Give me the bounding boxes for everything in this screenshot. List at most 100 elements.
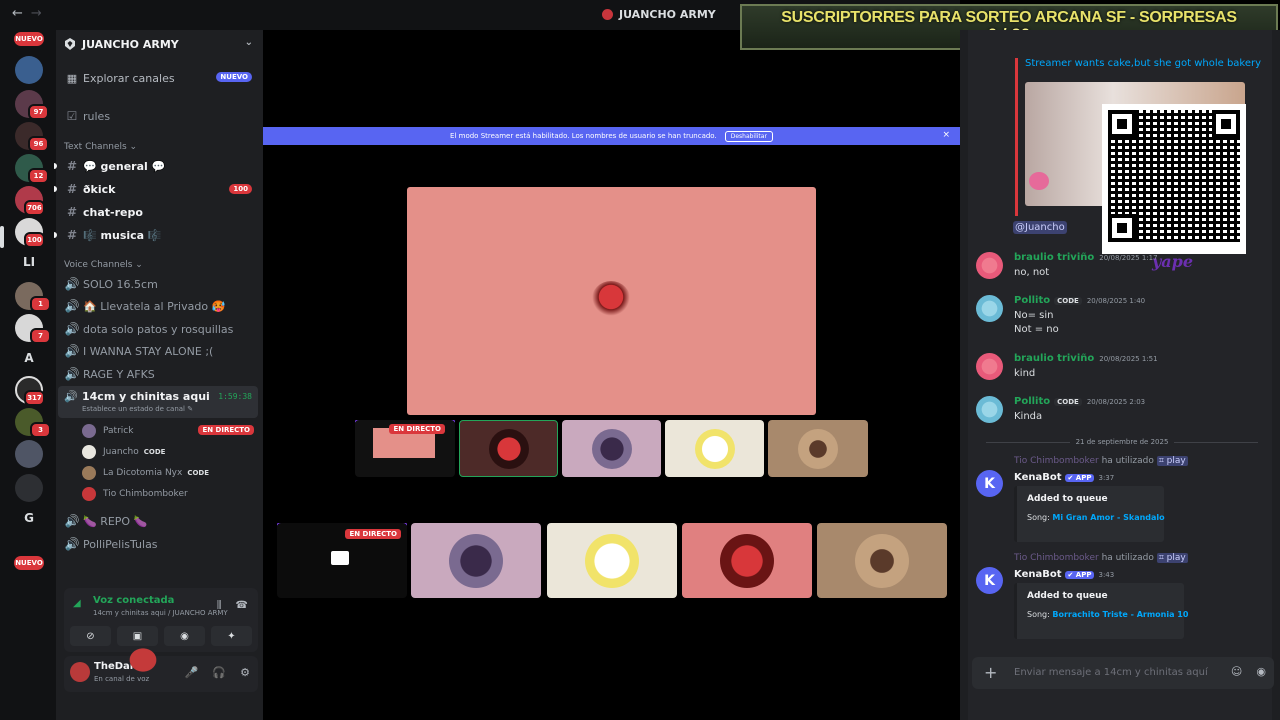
channel-general[interactable]: # 💬 general 💬 — [64, 157, 256, 175]
avatar[interactable] — [976, 252, 1003, 279]
bot-avatar[interactable]: K — [976, 470, 1003, 497]
avatar — [855, 533, 909, 588]
avatar[interactable] — [976, 353, 1003, 380]
voice-channel[interactable]: 🔊 PolliPelisTulas — [64, 535, 256, 553]
participant-tile[interactable] — [562, 420, 661, 477]
stream-thumbnail[interactable]: EN DIRECTO — [277, 523, 407, 598]
soundboard-button[interactable]: ✦ — [211, 626, 252, 646]
unread-badge: 317 — [24, 390, 45, 406]
donation-qr-code — [1102, 104, 1246, 254]
qr-pattern — [1108, 110, 1240, 242]
chevron-down-icon[interactable]: ⌄ — [245, 37, 253, 48]
server-icon-g[interactable]: G — [15, 504, 43, 532]
song-link[interactable]: Mi Gran Amor - Skandalo — [1052, 513, 1164, 522]
category-voice-channels[interactable]: Voice Channels ⌄ — [64, 260, 143, 270]
microphone-icon[interactable]: 🎤 — [185, 666, 199, 679]
message-composer: + Enviar mensaje a 14cm y chinitas aquí … — [972, 657, 1274, 689]
mention-badge: 100 — [229, 184, 252, 194]
composer-icons: ☺ ◉ — [1231, 665, 1266, 678]
author-name: Pollito — [1014, 396, 1051, 407]
bot-author[interactable]: KenaBot ✔ APP 3:37 — [1014, 472, 1114, 483]
disconnect-icon[interactable]: ☎ — [236, 600, 248, 611]
server-icon[interactable] — [15, 440, 43, 468]
video-stage: El modo Streamer está habilitado. Los no… — [263, 30, 960, 720]
participant-tile[interactable] — [817, 523, 947, 598]
live-badge: EN DIRECTO — [345, 529, 401, 539]
avatar[interactable] — [976, 396, 1003, 423]
noise-suppression-icon[interactable]: ⫼ — [217, 600, 222, 611]
command-reply-context[interactable]: Tio Chimbomboker ha utilizado ⌗ play — [1014, 553, 1188, 563]
settings-gear-icon[interactable]: ⚙ — [240, 666, 250, 679]
server-header[interactable]: JUANCHO ARMY ⌄ — [56, 30, 263, 58]
headphones-icon[interactable]: 🎧 — [212, 666, 226, 679]
participant-tile[interactable] — [682, 523, 812, 598]
voice-action-buttons: ⊘ ▣ ◉ ✦ — [70, 626, 252, 646]
voice-channel[interactable]: 🔊 I WANNA STAY ALONE ;( — [64, 342, 256, 360]
participant-tile[interactable] — [665, 420, 764, 477]
chat-message: braulio triviño 20/08/2025 1:17 no, not — [976, 252, 1266, 282]
server-icon[interactable] — [15, 474, 43, 502]
activities-gamepad-icon[interactable]: ◉ — [1256, 665, 1266, 678]
channel-rules[interactable]: ☑ rules — [64, 107, 256, 125]
speaker-icon: 🔊 — [64, 344, 80, 358]
channel-chat-repo[interactable]: # chat-repo — [64, 203, 256, 221]
user-mention[interactable]: @Juancho — [1013, 221, 1067, 234]
sticker — [1029, 172, 1049, 190]
message-author[interactable]: Pollito CODE 20/08/2025 1:40 — [1014, 295, 1145, 306]
participant-tile[interactable] — [768, 420, 868, 477]
avatar[interactable] — [976, 295, 1003, 322]
voice-member[interactable]: Tio Chimbomboker — [82, 485, 254, 503]
active-voice-channel[interactable]: 🔊 14cm y chinitas aqui 1:59:38 Establece… — [58, 386, 258, 418]
voice-member[interactable]: Juancho CODE — [82, 443, 254, 461]
channel-musica[interactable]: # 🎼 musica 🎼 — [64, 226, 256, 244]
voice-channel[interactable]: 🔊 dota solo patos y rosquillas — [64, 320, 256, 338]
voice-channel[interactable]: 🔊 SOLO 16.5cm — [64, 275, 256, 293]
voice-location[interactable]: 14cm y chinitas aqui / JUANCHO ARMY — [93, 609, 228, 617]
message-author[interactable]: braulio triviño 20/08/2025 1:17 — [1014, 252, 1158, 263]
unread-badge: 7 — [30, 328, 51, 344]
channel-name: 🎼 musica 🎼 — [83, 228, 162, 242]
embed-title-link[interactable]: Streamer wants cake,but she got whole ba… — [1025, 58, 1261, 69]
voice-channel[interactable]: 🔊 🍆 REPO 🍆 — [64, 512, 256, 530]
song-link[interactable]: Borrachito Triste - Armonia 10 — [1052, 610, 1188, 619]
server-icon-a[interactable]: A — [15, 344, 43, 372]
channel-kick[interactable]: # ðkick 100 — [64, 180, 256, 198]
server-icon-li[interactable]: LI — [15, 248, 43, 276]
disable-streamer-mode-button[interactable]: Deshabilitar — [724, 130, 773, 142]
member-name: Tio Chimbomboker — [103, 489, 188, 499]
focused-video-tile[interactable] — [407, 187, 816, 415]
activities-button[interactable]: ◉ — [164, 626, 205, 646]
explore-channels[interactable]: ▦ Explorar canales NUEVO — [64, 68, 256, 88]
close-icon[interactable]: × — [942, 130, 950, 140]
stream-thumbnail[interactable]: EN DIRECTO — [355, 420, 455, 477]
voice-channel[interactable]: 🔊 RAGE Y AFKS — [64, 365, 256, 383]
participant-tile[interactable] — [459, 420, 558, 477]
forward-arrow-icon[interactable]: → — [31, 6, 42, 21]
emoji-icon[interactable]: ☺ — [1231, 665, 1242, 678]
participant-tile[interactable] — [411, 523, 541, 598]
back-arrow-icon[interactable]: ← — [12, 6, 23, 21]
camera-off-button[interactable]: ⊘ — [70, 626, 111, 646]
voice-member[interactable]: La Dicotomia Nyx CODE — [82, 464, 254, 482]
message-input[interactable]: Enviar mensaje a 14cm y chinitas aquí — [1014, 667, 1208, 678]
timestamp: 20/08/2025 1:40 — [1086, 297, 1146, 305]
category-text-channels[interactable]: Text Channels ⌄ — [64, 142, 137, 152]
bot-author[interactable]: KenaBot ✔ APP 3:43 — [1014, 569, 1114, 580]
avatar[interactable] — [70, 662, 90, 682]
bot-avatar[interactable]: K — [976, 567, 1003, 594]
participant-tile[interactable] — [547, 523, 677, 598]
message-author[interactable]: Pollito CODE 20/08/2025 2:03 — [1014, 396, 1145, 407]
signal-icon[interactable]: ◢ — [73, 598, 81, 609]
voice-channel[interactable]: 🔊 🏠 Llevatela al Privado 🥵 — [64, 297, 256, 315]
set-channel-status[interactable]: Establece un estado de canal ✎ — [82, 405, 193, 413]
avatar — [449, 533, 503, 588]
add-attachment-icon[interactable]: + — [984, 663, 997, 682]
channel-name: SOLO 16.5cm — [83, 277, 158, 291]
voice-member[interactable]: Patrick EN DIRECTO — [82, 422, 254, 440]
camera-off-icon: ⊘ — [86, 630, 95, 642]
chat-message: Pollito CODE 20/08/2025 1:40 No= sin Not =… — [976, 295, 1266, 339]
command-reply-context[interactable]: Tio Chimbomboker ha utilizado ⌗ play — [1014, 456, 1188, 466]
message-author[interactable]: braulio triviño 20/08/2025 1:51 — [1014, 353, 1158, 364]
server-icon[interactable] — [15, 56, 43, 84]
voice-connected-label[interactable]: Voz conectada — [93, 595, 174, 606]
